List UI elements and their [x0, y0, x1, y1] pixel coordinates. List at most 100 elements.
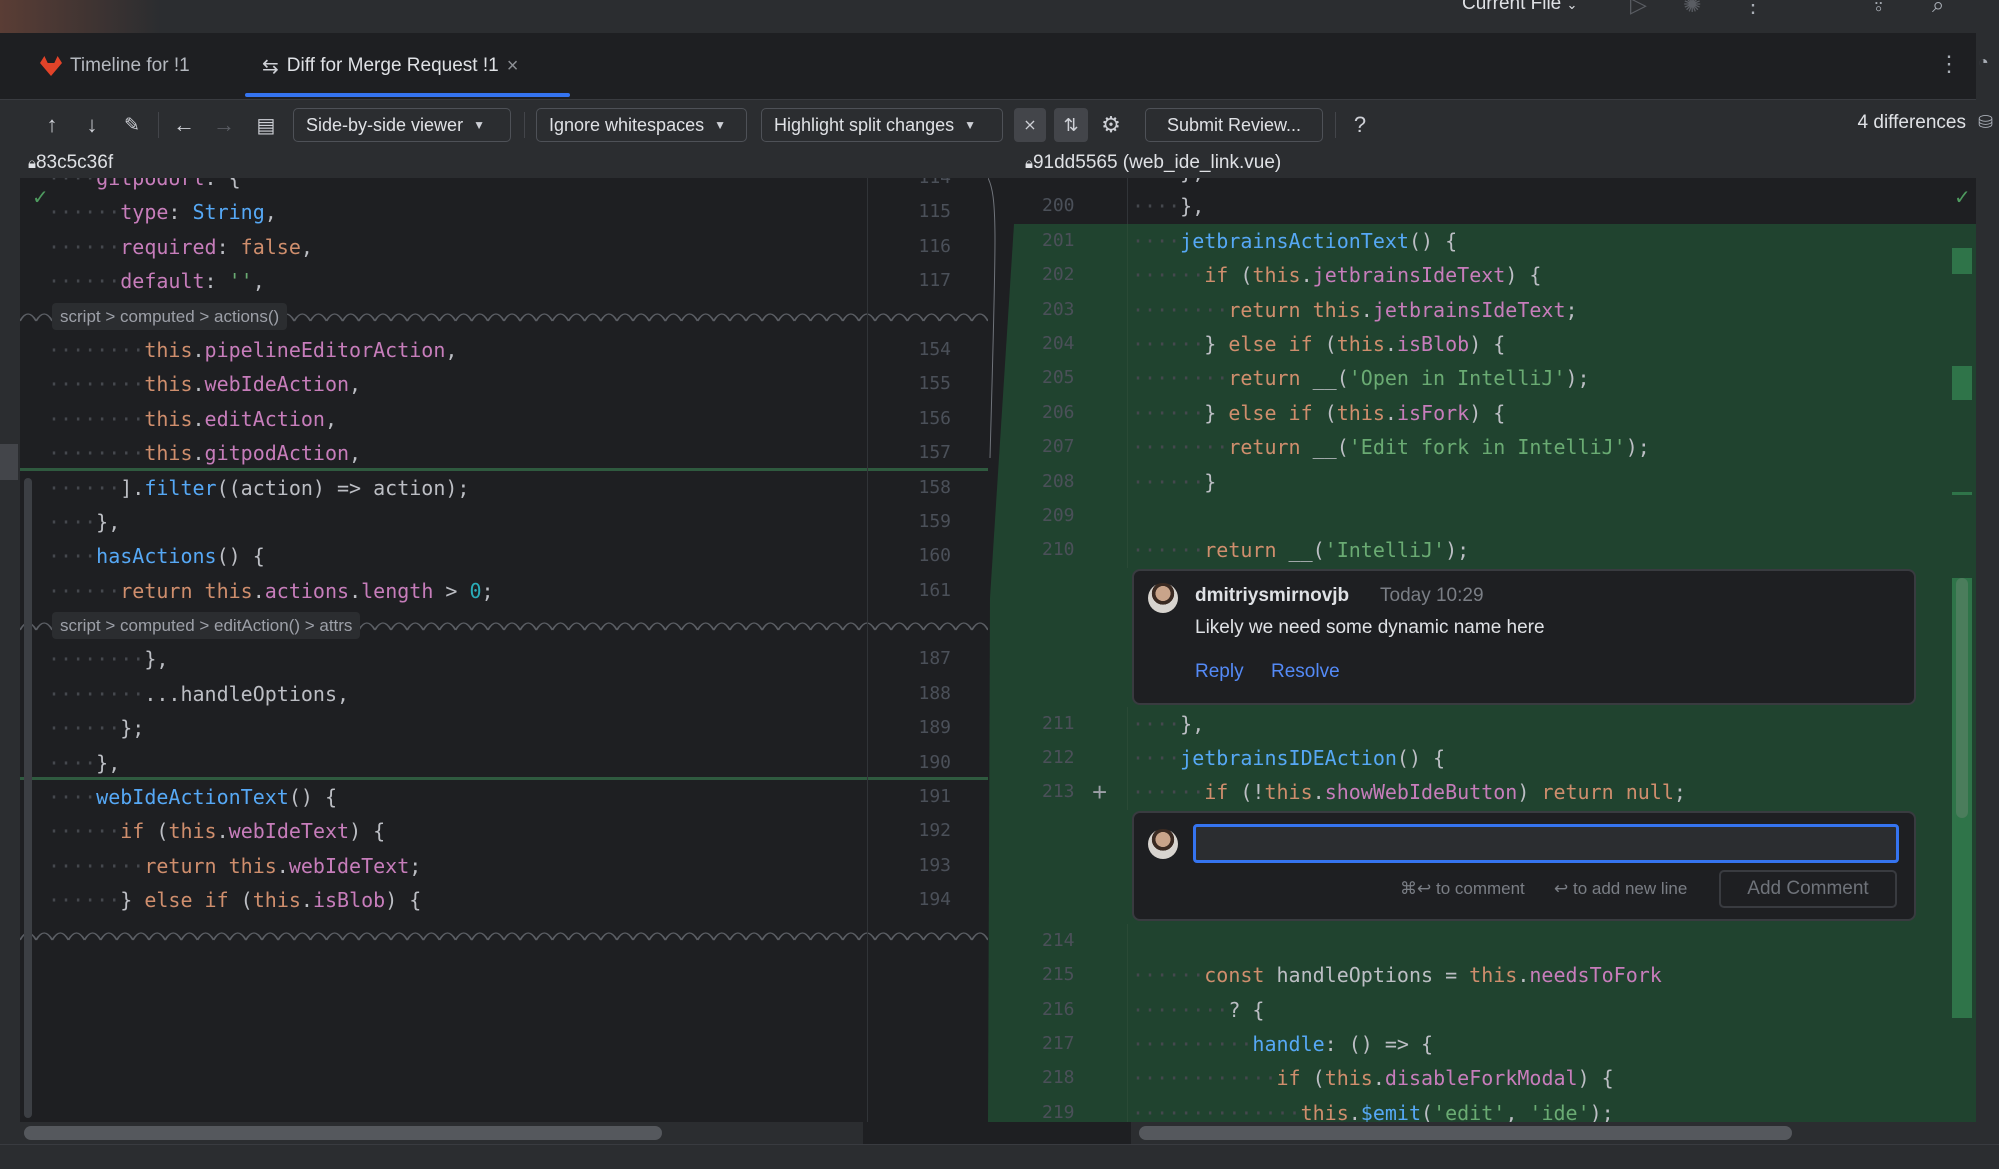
code-line[interactable]: 208 ······}: [1014, 464, 1976, 499]
back-icon[interactable]: ←: [170, 108, 198, 142]
code-token: ((action) => action);: [216, 475, 470, 500]
debug-icon[interactable]: ✺: [1683, 0, 1701, 16]
collapse-unchanged-icon[interactable]: ⨯: [1014, 108, 1046, 142]
viewer-dropdown[interactable]: Side-by-side viewer ▼: [293, 108, 511, 142]
code-line[interactable]: 192 ······if (this.webIdeText) {: [20, 814, 988, 848]
code-line[interactable]: 160 ····hasActions() {: [20, 539, 988, 573]
code-token: .: [216, 819, 229, 844]
code-line[interactable]: 214: [1014, 923, 1976, 959]
forward-icon[interactable]: →: [210, 108, 238, 142]
code-line[interactable]: 215 ······const handleOptions = this.need…: [1014, 958, 1976, 993]
sync-scroll-icon[interactable]: ⇅: [1054, 108, 1088, 142]
collapsed-fold[interactable]: [20, 918, 988, 952]
code-line[interactable]: 193 ········return this.webIdeText;: [20, 849, 988, 883]
code-line[interactable]: 205 ········return __('Open in IntelliJ')…: [1014, 361, 1976, 396]
code-line[interactable]: 187 ········},: [20, 642, 988, 676]
play-icon[interactable]: ▷: [1630, 0, 1647, 16]
more-icon[interactable]: ⋮: [1742, 0, 1764, 16]
left-pane[interactable]: 114····gitpodUrl: {115······type: String…: [20, 178, 988, 1122]
whitespace-dots: ····: [1132, 228, 1181, 253]
highlight-dropdown[interactable]: Highlight split changes ▼: [761, 108, 1003, 142]
code-line[interactable]: 156 ········this.editAction,: [20, 402, 988, 436]
code-token: default: [120, 269, 205, 294]
code-line[interactable]: 211 ····},: [1014, 706, 1976, 742]
code-line[interactable]: 191 ····webIdeActionText() {: [20, 780, 988, 814]
database-icon[interactable]: ⛁: [1978, 113, 1993, 131]
notifications-icon[interactable]: ◔: [1978, 53, 1989, 71]
code-line[interactable]: 159 ····},: [20, 505, 988, 539]
code-line[interactable]: 199 ····},: [1014, 178, 1976, 190]
code-token: .: [192, 337, 205, 362]
code-line[interactable]: 190 ····},: [20, 746, 988, 781]
run-config-dropdown[interactable]: Current File ⌄: [1462, 0, 1577, 15]
code-line[interactable]: 117 ······default: '',: [20, 264, 988, 298]
tab-diff[interactable]: ⇆ Diff for Merge Request !1 ×: [262, 33, 518, 99]
code-line[interactable]: 203 ········return this.jetbrainsIdeText;: [1014, 292, 1976, 327]
gutter-divider: [1127, 1095, 1128, 1122]
add-comment-plus-icon[interactable]: +: [1092, 775, 1107, 809]
code-line[interactable]: 158 ······].filter((action) => action);: [20, 471, 988, 505]
code-line[interactable]: 212 ····jetbrainsIDEAction() {: [1014, 741, 1976, 776]
code-line[interactable]: 204 ······} else if (this.isBlob) {: [1014, 326, 1976, 362]
code-token: actions: [264, 578, 350, 603]
code-line[interactable]: 188 ········...handleOptions,: [20, 677, 988, 711]
tab-more-icon[interactable]: ⋮: [1938, 53, 1960, 75]
fold-breadcrumb[interactable]: script > computed > editAction() > attrs: [52, 612, 361, 640]
code-line[interactable]: 155 ········this.webIdeAction,: [20, 367, 988, 401]
help-icon[interactable]: ?: [1348, 108, 1372, 142]
code-line[interactable]: 115 ······type: String,: [20, 195, 988, 229]
submit-review-button[interactable]: Submit Review...: [1145, 108, 1323, 142]
close-icon[interactable]: ×: [507, 55, 519, 78]
left-horizontal-scrollbar[interactable]: [20, 1122, 863, 1144]
code-line[interactable]: 201 ····jetbrainsActionText() {: [1014, 223, 1976, 259]
active-tab-indicator: [245, 93, 570, 97]
code-line[interactable]: 213 ······if (!this.showWebIdeButton) ret…: [1014, 775, 1976, 810]
code-line[interactable]: 154 ········this.pipelineEditorAction,: [20, 333, 988, 367]
fold-breadcrumb[interactable]: script > computed > actions(): [52, 302, 288, 330]
edit-icon[interactable]: ✎: [118, 108, 146, 142]
file-icon[interactable]: ▤: [252, 108, 280, 142]
gutter-divider: [1127, 498, 1128, 534]
resolve-link[interactable]: Resolve: [1271, 661, 1340, 683]
left-vertical-scrollbar[interactable]: [24, 478, 32, 1118]
next-difference-icon[interactable]: ↓: [78, 108, 106, 142]
code-line[interactable]: 189 ······};: [20, 711, 988, 745]
prev-difference-icon[interactable]: ↑: [38, 108, 66, 142]
code-line[interactable]: 202 ······if (this.jetbrainsIdeText) {: [1014, 258, 1976, 293]
settings-gear-icon[interactable]: ⚙: [1096, 108, 1126, 142]
collapsed-fold[interactable]: script > computed > actions(): [20, 299, 988, 333]
code-line[interactable]: 157 ········this.gitpodAction,: [20, 436, 988, 471]
right-pane[interactable]: 199····},200····},201····jetbrainsAction…: [1014, 178, 1976, 1122]
code-line[interactable]: 114 ····gitpodUrl: {: [20, 178, 988, 195]
code-token: (!: [1228, 780, 1265, 805]
code-line[interactable]: 210 ······return __('IntelliJ');: [1014, 533, 1976, 568]
search-icon[interactable]: ⌕: [1932, 0, 1944, 16]
code-line[interactable]: 216 ········? {: [1014, 992, 1976, 1028]
code-line[interactable]: 219 ··············this.$emit('edit', 'ide…: [1014, 1095, 1976, 1122]
add-user-icon[interactable]: ⍤: [1872, 0, 1885, 18]
right-vertical-scrollbar[interactable]: [1956, 578, 1968, 818]
code-line[interactable]: 217 ··········handle: () => {: [1014, 1027, 1976, 1062]
code-token: return: [120, 578, 193, 603]
tab-timeline[interactable]: Timeline for !1: [40, 33, 190, 99]
code-line[interactable]: 209: [1014, 498, 1976, 534]
reply-link[interactable]: Reply: [1195, 661, 1244, 683]
code-line[interactable]: 116 ······required: false,: [20, 230, 988, 264]
left-tool-strip: [0, 33, 20, 1144]
whitespace-dropdown[interactable]: Ignore whitespaces ▼: [536, 108, 747, 142]
scroll-thumb[interactable]: [1139, 1126, 1792, 1140]
add-comment-button[interactable]: Add Comment: [1719, 869, 1897, 908]
scroll-thumb[interactable]: [24, 1126, 662, 1140]
code-line[interactable]: 207 ········return __('Edit fork in Intel…: [1014, 430, 1976, 465]
code-line[interactable]: 200 ····},: [1014, 189, 1976, 224]
code-line[interactable]: 194 ······} else if (this.isBlob) {: [20, 883, 988, 917]
line-number: 217: [1042, 1033, 1075, 1055]
collapsed-fold[interactable]: script > computed > editAction() > attrs: [20, 608, 988, 642]
code-line[interactable]: 206 ······} else if (this.isFork) {: [1014, 395, 1976, 431]
line-number: 210: [1042, 539, 1075, 561]
right-horizontal-scrollbar[interactable]: [1131, 1122, 1976, 1144]
code-line[interactable]: 218 ············if (this.disableForkModal…: [1014, 1061, 1976, 1096]
code-line[interactable]: 161 ······return this.actions.length > 0;: [20, 574, 988, 608]
comment-input[interactable]: [1193, 823, 1899, 863]
